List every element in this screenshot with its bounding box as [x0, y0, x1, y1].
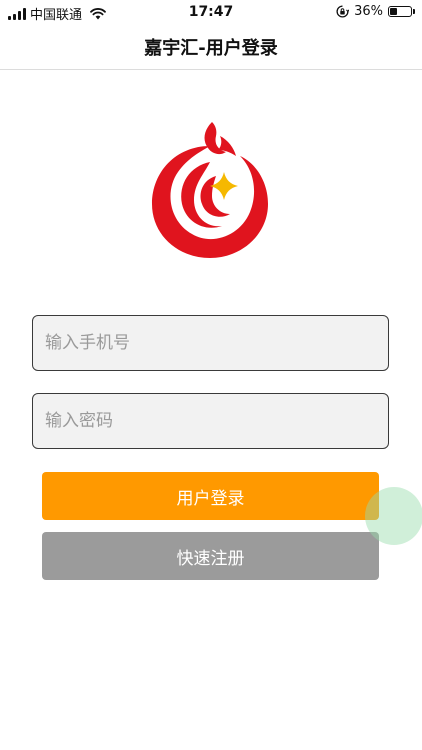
password-input[interactable]: [32, 393, 389, 449]
phone-input[interactable]: [32, 315, 389, 371]
status-right: 36%: [336, 4, 415, 19]
battery-level-fill: [390, 8, 397, 15]
orientation-lock-icon: [336, 5, 350, 18]
touch-indicator: [365, 487, 422, 545]
battery-percent: 36%: [354, 4, 383, 19]
nav-bar: 嘉宇汇-用户登录: [0, 24, 422, 70]
status-bar: 中国联通 17:47 36%: [0, 0, 422, 24]
register-button[interactable]: 快速注册: [42, 532, 379, 580]
brand-logo-icon: [152, 122, 268, 258]
battery-icon: [388, 6, 415, 17]
login-button[interactable]: 用户登录: [42, 472, 379, 520]
page-title: 嘉宇汇-用户登录: [144, 38, 278, 59]
